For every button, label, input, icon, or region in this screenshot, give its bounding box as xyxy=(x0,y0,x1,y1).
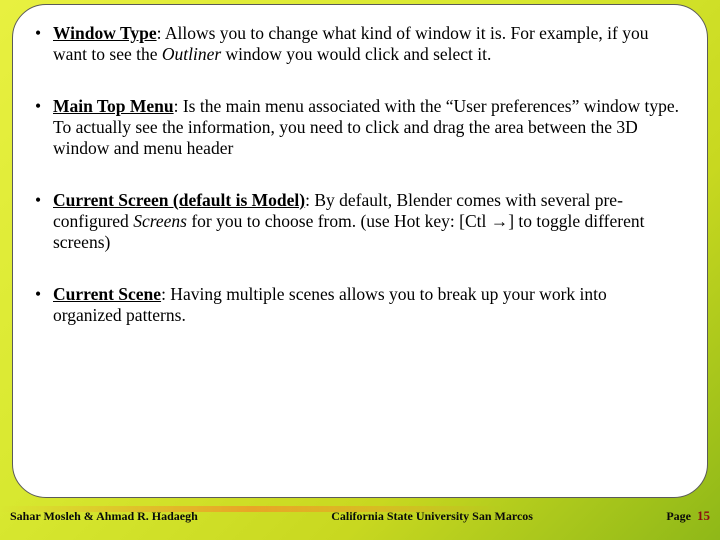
bullet-list: Window Type: Allows you to change what k… xyxy=(53,23,679,326)
page-label: Page xyxy=(666,509,691,524)
footer-page: Page 15 xyxy=(666,508,710,524)
bullet-title: Current Scene xyxy=(53,284,161,304)
bullet-item: Main Top Menu: Is the main menu associat… xyxy=(53,96,679,160)
content-panel: Window Type: Allows you to change what k… xyxy=(12,4,708,498)
bullet-item: Current Screen (default is Model): By de… xyxy=(53,190,679,254)
bullet-title: Current Screen (default is Model) xyxy=(53,190,305,210)
bullet-item: Window Type: Allows you to change what k… xyxy=(53,23,679,66)
footer: Sahar Mosleh & Ahmad R. Hadaegh Californ… xyxy=(0,498,720,540)
slide: Window Type: Allows you to change what k… xyxy=(0,0,720,540)
bullet-title: Main Top Menu xyxy=(53,96,174,116)
bullet-item: Current Scene: Having multiple scenes al… xyxy=(53,284,679,327)
page-number: 15 xyxy=(697,508,710,524)
bullet-title: Window Type xyxy=(53,23,157,43)
footer-author: Sahar Mosleh & Ahmad R. Hadaegh xyxy=(10,509,198,524)
footer-affiliation: California State University San Marcos xyxy=(198,509,667,524)
